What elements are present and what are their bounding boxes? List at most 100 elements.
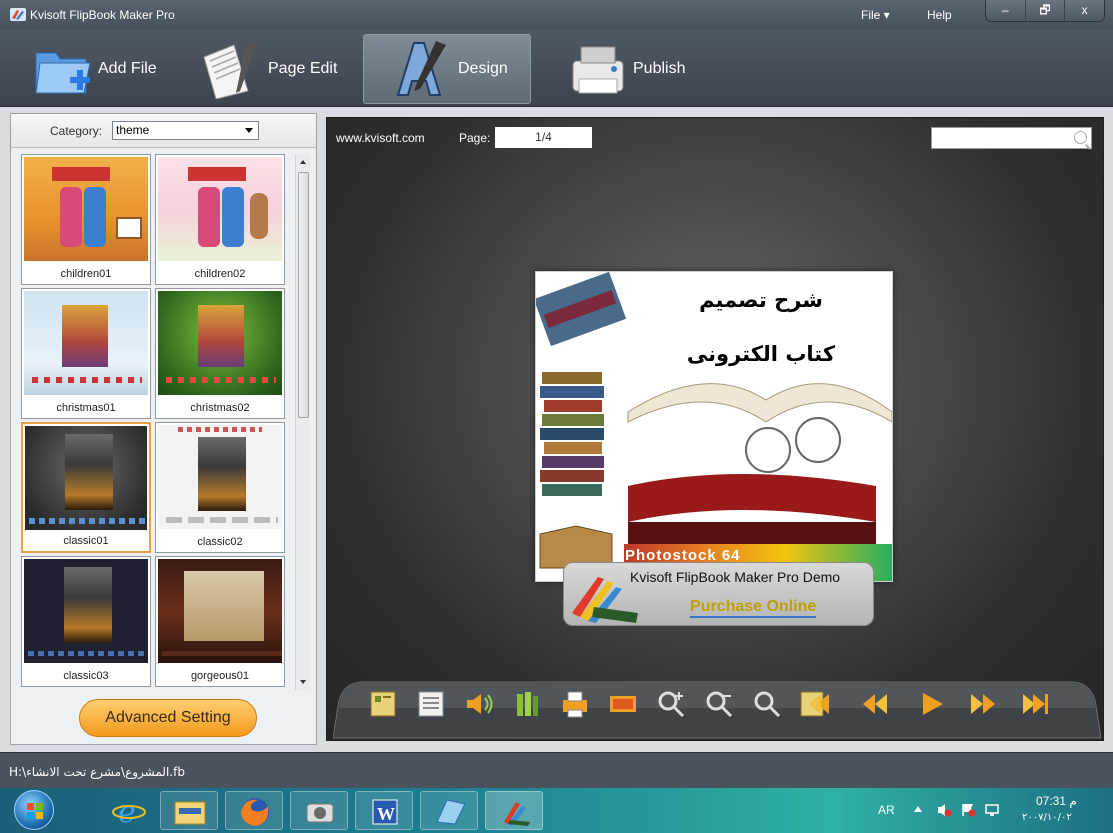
svg-text:e: e bbox=[118, 795, 136, 830]
taskbar-firefox[interactable] bbox=[225, 791, 283, 830]
design-icon bbox=[396, 41, 446, 96]
scroll-thumb[interactable] bbox=[298, 172, 309, 418]
language-indicator[interactable]: AR bbox=[878, 803, 895, 817]
print-icon[interactable] bbox=[559, 688, 591, 720]
child-figure bbox=[84, 187, 106, 247]
table-of-contents-icon[interactable] bbox=[415, 688, 447, 720]
camera-icon bbox=[306, 803, 334, 823]
add-file-button[interactable]: Add File bbox=[30, 34, 157, 104]
book-cover bbox=[62, 305, 108, 367]
site-link[interactable]: www.kvisoft.com bbox=[336, 131, 425, 145]
maximize-button[interactable]: 🗗 bbox=[1026, 0, 1066, 21]
page-edit-button[interactable]: Page Edit bbox=[200, 34, 337, 104]
previous-page-icon[interactable] bbox=[859, 688, 891, 720]
help-menu[interactable]: Help bbox=[927, 8, 952, 22]
child-figure bbox=[222, 187, 244, 247]
minimize-button[interactable]: – bbox=[986, 0, 1026, 21]
theme-preview-image bbox=[25, 426, 147, 530]
child-figure bbox=[198, 187, 220, 247]
status-bar: H:\المشروع\مشرع تحت الانشاء.fb bbox=[0, 752, 1113, 788]
book-cover bbox=[64, 567, 112, 643]
category-select[interactable]: theme bbox=[112, 121, 259, 140]
show-hidden-icons-icon[interactable] bbox=[914, 806, 922, 812]
clock-time[interactable]: 07:31 م bbox=[1036, 794, 1077, 808]
theme-thumb-classic03[interactable]: classic03 bbox=[21, 556, 151, 687]
clock-date[interactable]: ٢٠٠٧/١٠/٠٢ bbox=[1022, 812, 1072, 823]
category-label: Category: bbox=[50, 124, 103, 138]
word-icon: W bbox=[372, 799, 398, 825]
design-label: Design bbox=[458, 60, 508, 77]
sound-icon[interactable] bbox=[463, 688, 495, 720]
page-label: Page: bbox=[459, 131, 491, 145]
network-icon[interactable] bbox=[984, 802, 1000, 818]
publish-button[interactable]: Publish bbox=[565, 34, 685, 104]
first-page-icon[interactable] bbox=[799, 688, 831, 720]
book-cover bbox=[198, 437, 246, 511]
theme-preview-image bbox=[24, 559, 148, 663]
purchase-online-link[interactable]: Purchase Online bbox=[690, 598, 817, 618]
book-title-line2: كتاب الكترونى bbox=[686, 342, 836, 366]
theme-label: christmas01 bbox=[56, 402, 116, 414]
advanced-setting-button[interactable]: Advanced Setting bbox=[79, 699, 257, 737]
book-page[interactable]: شرح تصميم كتاب الكترونى Photostock 64 bbox=[535, 271, 893, 582]
magazine-logo bbox=[188, 167, 246, 181]
windows-logo-icon bbox=[27, 803, 43, 819]
theme-grid: children01 children02 christmas01 christ… bbox=[21, 154, 288, 690]
taskbar-word[interactable]: W bbox=[355, 791, 413, 830]
theme-preview-image bbox=[158, 559, 282, 663]
action-center-icon[interactable] bbox=[960, 802, 976, 818]
notes-app-icon bbox=[436, 799, 466, 825]
book-cover-art bbox=[536, 272, 892, 581]
folder-icon bbox=[174, 801, 206, 825]
theme-thumb-children01[interactable]: children01 bbox=[21, 154, 151, 285]
toolbar-strip bbox=[28, 651, 148, 656]
category-row: Category: theme bbox=[11, 114, 316, 148]
play-icon[interactable] bbox=[915, 688, 947, 720]
taskbar-explorer[interactable] bbox=[160, 791, 218, 830]
theme-preview-image bbox=[158, 291, 282, 395]
theme-thumb-classic01[interactable]: classic01 bbox=[21, 422, 151, 553]
theme-label: classic03 bbox=[63, 670, 109, 682]
taskbar-app[interactable] bbox=[420, 791, 478, 830]
theme-thumb-christmas01[interactable]: christmas01 bbox=[21, 288, 151, 419]
scroll-up-icon[interactable] bbox=[300, 160, 306, 164]
main-toolbar: Add File Page Edit Design Publish bbox=[0, 30, 1113, 107]
close-button[interactable]: x bbox=[1065, 0, 1104, 21]
design-button[interactable]: Design bbox=[363, 34, 531, 104]
search-icon[interactable] bbox=[1074, 131, 1087, 144]
thumbnails-icon[interactable] bbox=[367, 688, 399, 720]
zoom-out-icon[interactable] bbox=[703, 688, 735, 720]
next-page-icon[interactable] bbox=[967, 688, 999, 720]
scroll-down-icon[interactable] bbox=[300, 680, 306, 684]
taskbar-internet-explorer[interactable]: e bbox=[100, 791, 158, 830]
page-input[interactable]: 1/4 bbox=[495, 127, 592, 148]
toolbar-strip bbox=[32, 377, 142, 383]
app-window: Kvisoft FlipBook Maker Pro File ▾ Help –… bbox=[0, 0, 1113, 833]
theme-thumb-children02[interactable]: children02 bbox=[155, 154, 285, 285]
cartoon-figure bbox=[250, 193, 268, 239]
theme-thumb-christmas02[interactable]: christmas02 bbox=[155, 288, 285, 419]
theme-thumb-classic02[interactable]: classic02 bbox=[155, 422, 285, 553]
zoom-in-icon[interactable] bbox=[655, 688, 687, 720]
easel-board bbox=[116, 217, 142, 239]
title-bar: Kvisoft FlipBook Maker Pro File ▾ Help –… bbox=[0, 0, 1113, 30]
theme-thumb-gorgeous01[interactable]: gorgeous01 bbox=[155, 556, 285, 687]
search-icon[interactable] bbox=[751, 688, 783, 720]
dropdown-arrow-icon bbox=[245, 128, 253, 133]
theme-preview-image bbox=[24, 291, 148, 395]
fullscreen-icon[interactable] bbox=[607, 688, 639, 720]
theme-label: children02 bbox=[194, 268, 246, 280]
search-input[interactable] bbox=[931, 127, 1092, 149]
taskbar-camera-app[interactable] bbox=[290, 791, 348, 830]
start-button[interactable] bbox=[14, 790, 54, 830]
file-menu[interactable]: File ▾ bbox=[861, 8, 890, 22]
theme-scrollbar[interactable] bbox=[295, 154, 310, 690]
theme-label: children01 bbox=[60, 268, 112, 280]
theme-label: classic01 bbox=[63, 535, 109, 547]
volume-muted-icon[interactable] bbox=[936, 802, 952, 818]
last-page-icon[interactable] bbox=[1019, 688, 1051, 720]
share-icon[interactable] bbox=[511, 688, 543, 720]
taskbar-flipbook-maker[interactable] bbox=[485, 791, 543, 830]
flipbook-preview: www.kvisoft.com Page: 1/4 شرح تصميم كتاب… bbox=[326, 117, 1104, 741]
theme-label: gorgeous01 bbox=[190, 670, 250, 682]
